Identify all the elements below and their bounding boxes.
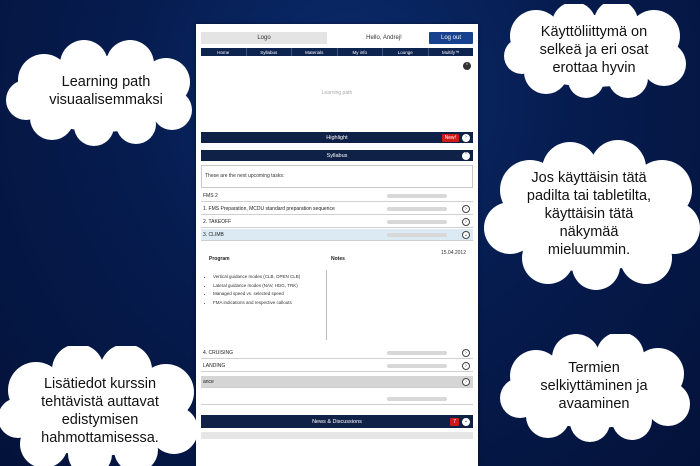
upcoming-intro: These are the next upcoming tasks: — [205, 173, 285, 179]
task-label: 2. TAKEOFF — [203, 218, 232, 225]
nav-item-lounge[interactable]: Lounge — [383, 48, 429, 56]
nav-item-syllabus[interactable]: Syllabus — [247, 48, 292, 56]
comment-bubble: Termien selkiyttäminen ja avaaminen — [494, 334, 694, 442]
greeting: Hello, Andrej! — [366, 35, 402, 41]
chevron-up-icon[interactable]: ⌃ — [462, 151, 470, 160]
comment-line: Käyttöliittymä on — [540, 24, 648, 40]
task-label: FMS 2 — [203, 192, 218, 199]
syllabus-bar[interactable]: Syllabus ⌃ — [201, 150, 473, 161]
news-bar[interactable]: News & Discussions 7 ⌄ — [201, 415, 473, 428]
task-row[interactable]: FMS 2 — [201, 190, 473, 202]
task-label: ance — [203, 378, 214, 385]
task-row[interactable] — [201, 393, 473, 405]
comment-line: selkiyttäminen ja — [540, 378, 648, 394]
chevron-right-icon[interactable]: › — [462, 349, 470, 357]
comment-text: Learning path visuaalisemmaksi — [16, 66, 196, 116]
comment-line: avaaminen — [558, 396, 630, 412]
news-label: News & Discussions — [312, 418, 362, 425]
upcoming-tasks-box: These are the next upcoming tasks: — [201, 165, 473, 188]
chevron-right-icon[interactable]: › — [462, 378, 470, 386]
progress-bar — [387, 193, 447, 198]
nav-item-home[interactable]: Home — [201, 48, 247, 56]
program-item: Vertical guidance modes (CLB, OPEN CLB) — [213, 274, 300, 279]
notes-title: Notes — [331, 256, 345, 262]
progress-bar — [387, 363, 447, 368]
task-label: 1. FMS Preparation, MCDU standard prepar… — [203, 205, 335, 212]
task-row[interactable]: LANDING › — [201, 360, 473, 372]
task-label: 3. CLIMB — [203, 231, 224, 238]
nav-item-materials[interactable]: Materials — [292, 48, 338, 56]
chevron-right-icon[interactable]: › — [462, 133, 470, 142]
comment-line: tehtävistä auttavat — [41, 394, 159, 410]
program-item: Lateral guidance modes (NAV, HDG, TRK) — [213, 283, 300, 288]
comment-bubble: Jos käyttäisin tätä padilta tai tabletil… — [478, 140, 700, 290]
task-row[interactable]: 1. FMS Preparation, MCDU standard prepar… — [201, 203, 473, 215]
chevron-down-icon[interactable]: ⌄ — [462, 231, 470, 239]
comment-bubble: Learning path visuaalisemmaksi — [0, 40, 196, 146]
comment-line: visuaalisemmaksi — [49, 92, 163, 108]
task-row[interactable]: ance › — [201, 376, 473, 388]
header: Logo Hello, Andrej! Log out — [201, 32, 473, 44]
program-item: FMA indications and respective callouts — [213, 300, 300, 305]
syllabus-label: Syllabus — [326, 152, 348, 159]
comment-bubble: Lisätiedot kurssin tehtävistä auttavat e… — [0, 346, 200, 466]
comment-text: Termien selkiyttäminen ja avaaminen — [494, 356, 694, 416]
task-row[interactable]: 2. TAKEOFF › — [201, 216, 473, 228]
task-row-expanded[interactable]: 3. CLIMB ⌄ — [201, 229, 473, 241]
progress-bar — [387, 396, 447, 401]
progress-bar — [387, 219, 447, 224]
chevron-right-icon[interactable]: › — [462, 362, 470, 370]
comment-text: Lisätiedot kurssin tehtävistä auttavat e… — [0, 372, 200, 450]
progress-bar — [387, 206, 447, 211]
mockup-panel: Logo Hello, Andrej! Log out Home Syllabu… — [196, 24, 478, 466]
chevron-right-icon[interactable]: › — [462, 205, 470, 213]
learning-path-collapse-icon[interactable]: ⌃ — [463, 62, 471, 70]
comment-line: näkymää — [559, 224, 619, 240]
comment-line: padilta tai tabletilta, — [526, 188, 652, 204]
task-label: LANDING — [203, 362, 226, 369]
highlight-bar[interactable]: Highlight New! › — [201, 132, 473, 143]
comment-line: Lisätiedot kurssin — [43, 376, 157, 392]
comment-bubble: Käyttöliittymä on selkeä ja eri osat ero… — [496, 4, 692, 98]
logout-button[interactable]: Log out — [429, 32, 473, 44]
task-detail: Program Notes Vertical guidance modes (C… — [201, 256, 473, 344]
comment-line: selkeä ja eri osat — [539, 42, 649, 58]
highlight-label: Highlight — [326, 134, 348, 141]
progress-bar — [387, 350, 447, 355]
program-item: Managed speed vs. selected speed — [213, 291, 300, 296]
comment-line: Learning path — [61, 74, 151, 90]
comment-line: Termien — [568, 360, 620, 376]
comment-line: Jos käyttäisin tätä — [531, 170, 647, 186]
nav-item-multify[interactable]: Multify™ — [429, 48, 474, 56]
program-title: Program — [209, 256, 230, 262]
comment-line: käyttäisin tätä — [544, 206, 634, 222]
footer-strip — [201, 432, 473, 439]
comment-line: edistymisen — [61, 412, 139, 428]
news-count-badge: 7 — [450, 417, 459, 426]
program-list: Vertical guidance modes (CLB, OPEN CLB) … — [213, 274, 300, 308]
logo: Logo — [201, 32, 327, 44]
learning-path-placeholder: Learning path — [321, 90, 353, 96]
comment-line: hahmottamisessa. — [41, 430, 159, 446]
comment-line: mieluummin. — [547, 242, 631, 258]
column-divider — [326, 270, 327, 340]
nav-item-my-info[interactable]: My info — [338, 48, 383, 56]
task-row[interactable]: 4. CRUISING › — [201, 347, 473, 359]
task-label: 4. CRUISING — [203, 349, 234, 356]
comment-line: erottaa hyvin — [552, 60, 636, 76]
comment-text: Käyttöliittymä on selkeä ja eri osat ero… — [496, 20, 692, 80]
progress-bar — [387, 232, 447, 237]
comment-text: Jos käyttäisin tätä padilta tai tabletil… — [478, 164, 700, 264]
chevron-down-icon[interactable]: ⌄ — [462, 417, 470, 426]
new-badge: New! — [441, 133, 459, 142]
chevron-right-icon[interactable]: › — [462, 218, 470, 226]
main-nav: Home Syllabus Materials My info Lounge M… — [201, 48, 473, 56]
